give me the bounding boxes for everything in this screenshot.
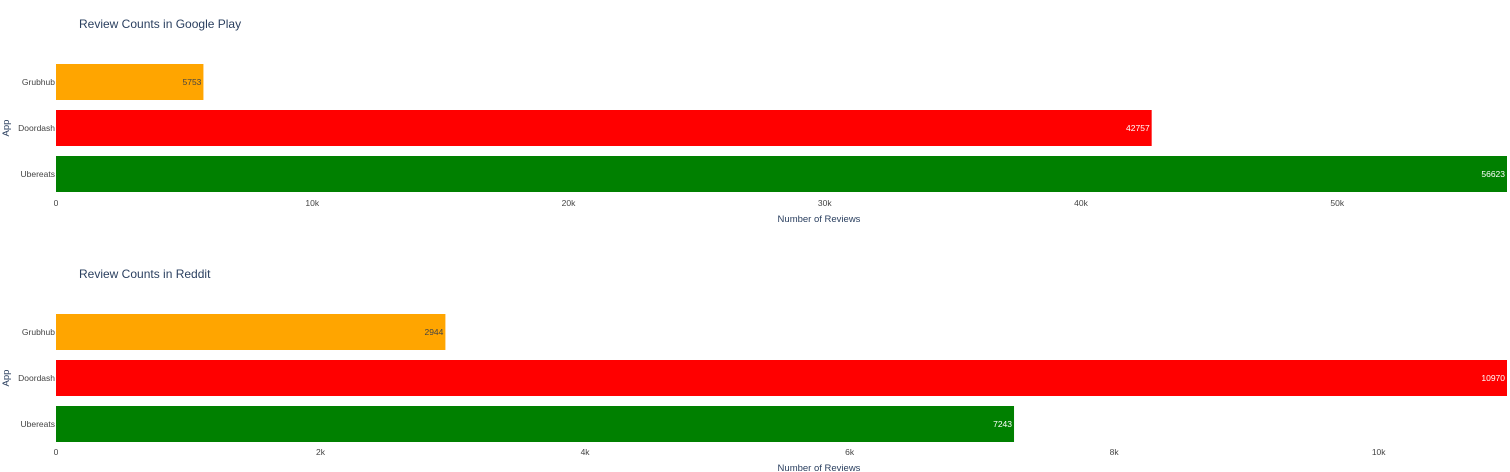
chart-title: Review Counts in Google Play <box>79 17 241 31</box>
bar-grubhub <box>56 314 446 350</box>
bar-grubhub <box>56 64 204 100</box>
y-tick-label: Grubhub <box>22 77 55 87</box>
x-tick-label: 30k <box>818 198 832 208</box>
charts-canvas: Review Counts in Google Play Number of R… <box>1 17 1507 472</box>
x-tick-label: 50k <box>1330 198 1344 208</box>
bar-value-label: 10970 <box>1481 373 1505 383</box>
x-tick-label: 0 <box>54 447 59 457</box>
bar-value-label: 56623 <box>1481 169 1505 179</box>
y-tick-label: Grubhub <box>22 327 55 337</box>
x-tick-label: 8k <box>1110 447 1120 457</box>
x-tick-label: 0 <box>54 198 59 208</box>
bar-value-label: 7243 <box>993 419 1012 429</box>
chart-title: Review Counts in Reddit <box>79 267 211 281</box>
y-tick-label: Ubereats <box>21 419 56 429</box>
bar-ubereats <box>56 406 1015 442</box>
x-tick-label: 6k <box>845 447 855 457</box>
bar-value-label: 2944 <box>424 327 443 337</box>
x-axis-title: Number of Reviews <box>778 214 861 225</box>
x-tick-label: 20k <box>562 198 576 208</box>
x-tick-label: 2k <box>316 447 326 457</box>
x-tick-label: 4k <box>581 447 591 457</box>
google-play-chart: Review Counts in Google Play Number of R… <box>1 17 1507 225</box>
reddit-chart: Review Counts in Reddit Number of Review… <box>1 267 1507 472</box>
bar-doordash <box>56 110 1152 146</box>
y-tick-label: Doordash <box>18 123 55 133</box>
y-axis-title: App <box>1 370 12 387</box>
y-tick-label: Ubereats <box>21 169 56 179</box>
x-tick-label: 10k <box>1372 447 1386 457</box>
bar-value-label: 42757 <box>1126 123 1150 133</box>
bar-doordash <box>56 360 1507 396</box>
y-tick-label: Doordash <box>18 373 55 383</box>
bar-ubereats <box>56 156 1507 192</box>
x-axis-title: Number of Reviews <box>778 463 861 472</box>
bar-value-label: 5753 <box>183 77 202 87</box>
x-tick-label: 10k <box>305 198 319 208</box>
y-axis-title: App <box>1 120 12 137</box>
x-tick-label: 40k <box>1074 198 1088 208</box>
